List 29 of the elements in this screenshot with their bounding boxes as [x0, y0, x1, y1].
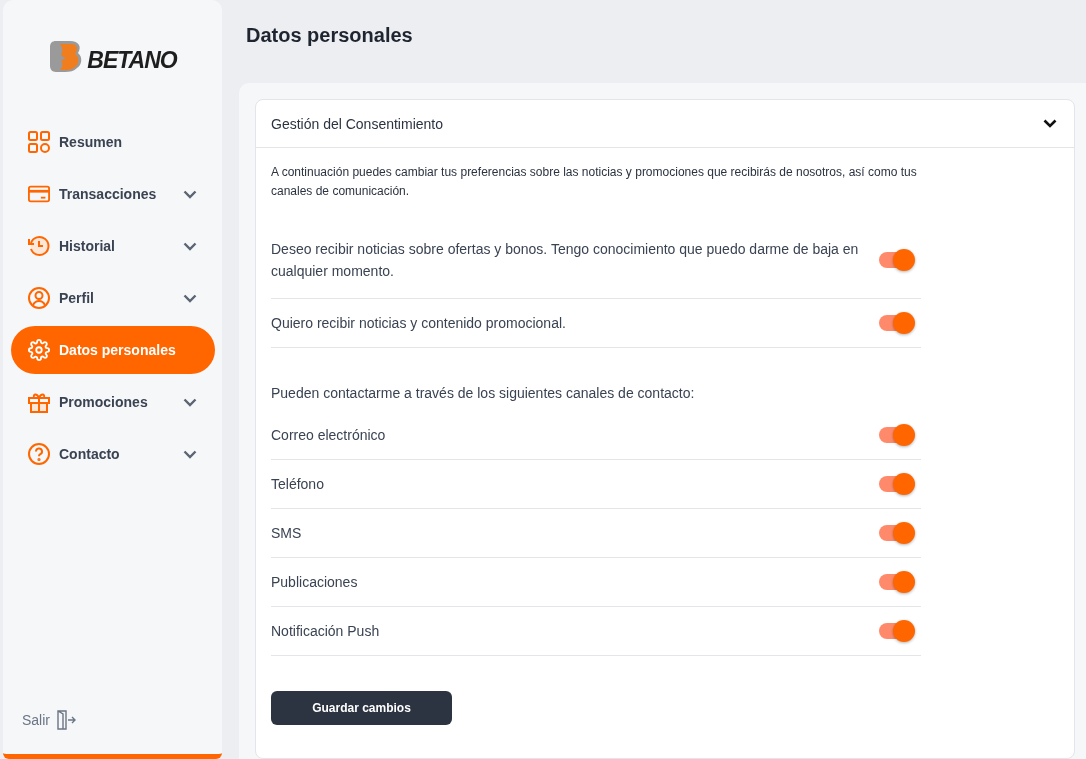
accordion-header[interactable]: Gestión del Consentimiento [256, 100, 1074, 148]
description-text: A continuación puedes cambiar tus preferencias sobre las noticias y promociones que recibirás de nosotros, así como tus canales de comunicación. [271, 164, 918, 200]
channels-heading: Pueden contactarme a través de los siguientes canales de contacto: [271, 385, 696, 401]
consent-label: Notificación Push [271, 622, 380, 641]
consent-label: Publicaciones [271, 573, 358, 592]
help-icon [28, 443, 50, 465]
consent-label: Deseo recibir noticias sobre ofertas y bonos. Tengo conocimiento que puedo darme de baja en cualquier momento. [271, 240, 860, 281]
grid-icon [28, 131, 50, 153]
nav-item[interactable]: Promociones [11, 378, 215, 426]
logo-text: BETANO [87, 46, 177, 74]
section-title: Gestión del Consentimiento [271, 115, 443, 132]
logout-link[interactable]: Salir [22, 712, 50, 728]
credit-card-icon [28, 185, 50, 203]
nav-item[interactable]: Transacciones [11, 170, 215, 218]
gear-icon [28, 339, 50, 361]
exit-door-icon[interactable] [56, 710, 76, 730]
consent-label: Correo electrónico [271, 426, 386, 445]
consent-label: Quiero recibir noticias y contenido promocional. [271, 314, 566, 333]
user-icon [28, 287, 50, 309]
consent-label: SMS [271, 524, 302, 543]
nav-item[interactable]: Resumen [11, 118, 215, 166]
page-title: Datos personales [245, 23, 414, 48]
save-button[interactable]: Guardar cambios [271, 691, 452, 725]
nav-item[interactable]: Perfil [11, 274, 215, 322]
history-icon [28, 235, 50, 257]
consent-label: Teléfono [271, 475, 324, 494]
nav-item[interactable]: Contacto [11, 430, 215, 478]
nav-item[interactable]: Historial [11, 222, 215, 270]
gift-icon [28, 391, 50, 413]
